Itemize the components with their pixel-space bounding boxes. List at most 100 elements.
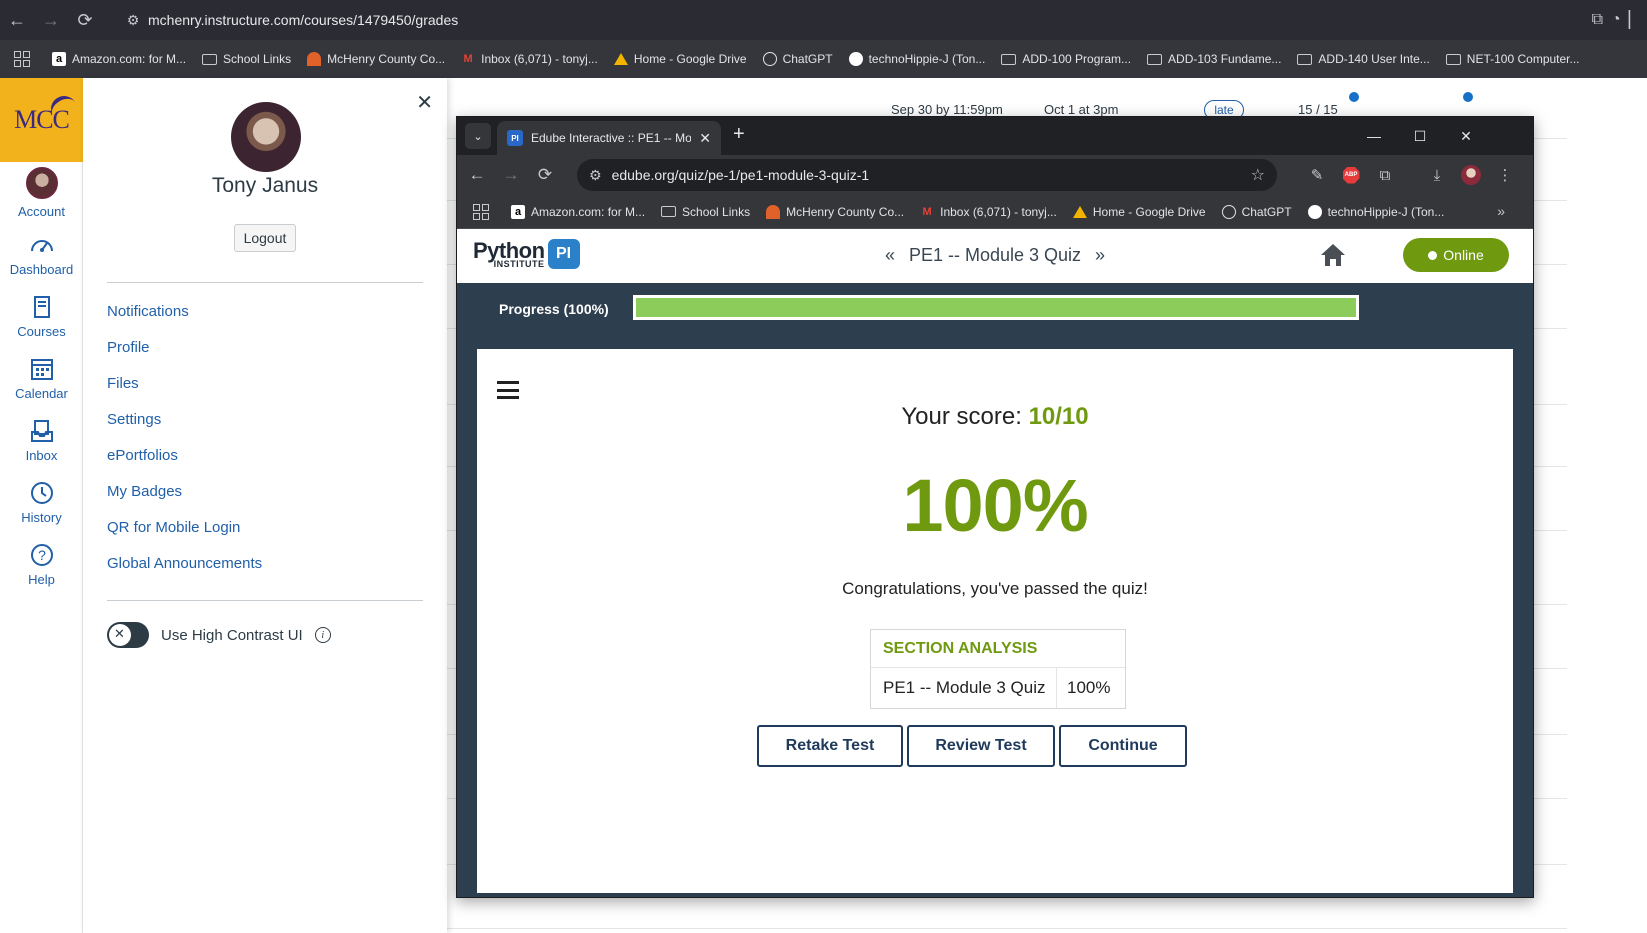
user-name: Tony Janus xyxy=(211,174,319,197)
close-icon[interactable]: ✕ xyxy=(416,90,433,115)
chatgpt-icon xyxy=(762,52,777,66)
folder-icon xyxy=(1147,53,1163,65)
bookmark-add103[interactable]: ADD-103 Fundame... xyxy=(1139,52,1289,66)
next-quiz-icon[interactable]: » xyxy=(1095,245,1105,266)
more-bookmarks-icon[interactable]: » xyxy=(1497,203,1505,219)
info-icon[interactable]: i xyxy=(314,627,331,643)
edube-header: Python INSTITUTE PI « PE1 -- Module 3 Qu… xyxy=(457,229,1533,283)
reload-icon[interactable]: ⟳ xyxy=(68,3,102,37)
nav-history[interactable]: History xyxy=(0,472,83,534)
bookmark-github[interactable]: technoHippie-J (Ton... xyxy=(1300,204,1453,219)
maximize-icon[interactable]: ☐ xyxy=(1397,117,1443,155)
tab-edube[interactable]: PI Edube Interactive :: PE1 -- Module 3 … xyxy=(497,121,721,155)
section-name: PE1 -- Module 3 Quiz xyxy=(871,668,1057,708)
inner-bookmarks-bar: a Amazon.com: for M... School Links McHen… xyxy=(457,195,1533,229)
bookmark-mchenry[interactable]: McHenry County Co... xyxy=(758,204,912,219)
apps-grid-icon[interactable] xyxy=(473,203,489,220)
bookmark-github[interactable]: technoHippie-J (Ton... xyxy=(841,52,994,66)
link-profile[interactable]: Profile xyxy=(107,330,262,366)
grade-divider xyxy=(447,928,1567,929)
minimize-icon[interactable]: — xyxy=(1351,117,1397,155)
link-global-announcements[interactable]: Global Announcements xyxy=(107,546,262,582)
window-close-icon[interactable]: ✕ xyxy=(1443,117,1489,155)
bookmark-add100[interactable]: ADD-100 Program... xyxy=(993,52,1139,66)
download-icon[interactable]: ⤓ xyxy=(1421,159,1453,191)
global-nav: MCC Account Dashboard Courses Calendar I… xyxy=(0,78,83,933)
bookmark-school-links[interactable]: School Links xyxy=(653,205,758,219)
folder-icon xyxy=(661,206,677,217)
bookmark-add140[interactable]: ADD-140 User Inte... xyxy=(1289,52,1437,66)
nav-inbox-label: Inbox xyxy=(25,448,58,463)
bookmark-drive[interactable]: Home - Google Drive xyxy=(606,52,755,66)
outer-address-bar[interactable]: ⚙ mchenry.instructure.com/courses/147945… xyxy=(118,4,1568,36)
adblock-icon[interactable]: ABP xyxy=(1335,159,1367,191)
quiz-title-nav: « PE1 -- Module 3 Quiz » xyxy=(457,245,1533,266)
bookmark-school-links[interactable]: School Links xyxy=(194,52,299,66)
online-status-button[interactable]: Online xyxy=(1403,238,1509,272)
continue-button[interactable]: Continue xyxy=(1059,725,1187,767)
grade-due-date: Sep 30 by 11:59pm xyxy=(891,102,1003,117)
gmail-icon: M xyxy=(922,205,932,218)
bookmark-amazon[interactable]: a Amazon.com: for M... xyxy=(503,204,653,219)
high-contrast-toggle[interactable]: ✕ xyxy=(107,622,149,648)
site-info-icon[interactable]: ⚙ xyxy=(118,12,148,29)
home-icon[interactable] xyxy=(1319,241,1347,269)
mcc-logo[interactable]: MCC xyxy=(0,78,83,162)
forward-icon[interactable]: → xyxy=(495,159,527,191)
link-settings[interactable]: Settings xyxy=(107,402,262,438)
prev-quiz-icon[interactable]: « xyxy=(885,245,895,266)
nav-history-label: History xyxy=(21,510,62,525)
menu-dots-icon[interactable]: ⋮ xyxy=(1489,159,1521,191)
grade-score: 15 / 15 xyxy=(1298,102,1338,117)
nav-inbox[interactable]: Inbox xyxy=(0,410,83,472)
link-eportfolios[interactable]: ePortfolios xyxy=(107,438,262,474)
back-icon[interactable]: ← xyxy=(0,3,34,37)
tab-close-icon[interactable]: ✕ xyxy=(699,130,711,147)
nav-account[interactable]: Account xyxy=(0,162,83,224)
link-qr-mobile-login[interactable]: QR for Mobile Login xyxy=(107,510,262,546)
bookmark-chatgpt[interactable]: ChatGPT xyxy=(755,52,841,66)
review-test-button[interactable]: Review Test xyxy=(907,725,1055,767)
progress-fill xyxy=(636,298,1356,317)
reload-icon[interactable]: ⟳ xyxy=(529,159,561,191)
bookmark-net100[interactable]: NET-100 Computer... xyxy=(1438,52,1588,66)
apps-grid-icon[interactable] xyxy=(14,51,30,67)
inner-address-bar[interactable]: ⚙ edube.org/quiz/pe-1/pe1-module-3-quiz-… xyxy=(577,159,1277,191)
new-tab-icon[interactable]: + xyxy=(733,123,745,146)
link-my-badges[interactable]: My Badges xyxy=(107,474,262,510)
bookmark-gmail[interactable]: M Inbox (6,071) - tonyj... xyxy=(453,52,606,66)
eyedropper-icon[interactable]: ✎ xyxy=(1301,159,1333,191)
outer-toolbar-right: ⧉ ◔ ▏ xyxy=(1592,0,1647,40)
performance-icon[interactable]: ◔ xyxy=(1611,11,1621,29)
hamburger-menu-icon[interactable] xyxy=(497,381,519,399)
bookmark-gmail[interactable]: M Inbox (6,071) - tonyj... xyxy=(912,205,1065,219)
retake-test-button[interactable]: Retake Test xyxy=(757,725,903,767)
profile-icon[interactable] xyxy=(1455,159,1487,191)
bookmark-chatgpt[interactable]: ChatGPT xyxy=(1214,204,1300,219)
inner-browser-window: ⌄ PI Edube Interactive :: PE1 -- Module … xyxy=(456,116,1534,898)
unread-dot xyxy=(1349,92,1359,102)
install-app-icon[interactable]: ⧉ xyxy=(1592,11,1603,29)
overflow-icon[interactable]: ▏ xyxy=(1629,10,1641,30)
folder-icon xyxy=(1445,53,1461,65)
nav-dashboard[interactable]: Dashboard xyxy=(0,224,83,286)
progress-section: Progress (100%) xyxy=(457,283,1533,335)
forward-icon[interactable]: → xyxy=(34,3,68,37)
link-notifications[interactable]: Notifications xyxy=(107,294,262,330)
back-icon[interactable]: ← xyxy=(461,159,493,191)
link-files[interactable]: Files xyxy=(107,366,262,402)
bookmark-drive[interactable]: Home - Google Drive xyxy=(1065,205,1214,219)
nav-help[interactable]: ? Help xyxy=(0,534,83,596)
nav-account-label: Account xyxy=(18,204,65,219)
extensions-icon[interactable]: ⧉ xyxy=(1369,159,1401,191)
tab-search-icon[interactable]: ⌄ xyxy=(465,123,491,149)
nav-calendar[interactable]: Calendar xyxy=(0,348,83,410)
bookmark-mchenry[interactable]: McHenry County Co... xyxy=(299,52,453,66)
site-info-icon[interactable]: ⚙ xyxy=(589,167,602,184)
logout-button[interactable]: Logout xyxy=(234,224,296,252)
bookmark-amazon[interactable]: a Amazon.com: for M... xyxy=(44,52,194,66)
quiz-result-card: Your score: 10/10 100% Congratulations, … xyxy=(477,349,1513,893)
table-row: PE1 -- Module 3 Quiz 100% xyxy=(871,668,1125,708)
nav-courses[interactable]: Courses xyxy=(0,286,83,348)
bookmark-star-icon[interactable]: ☆ xyxy=(1251,165,1265,185)
